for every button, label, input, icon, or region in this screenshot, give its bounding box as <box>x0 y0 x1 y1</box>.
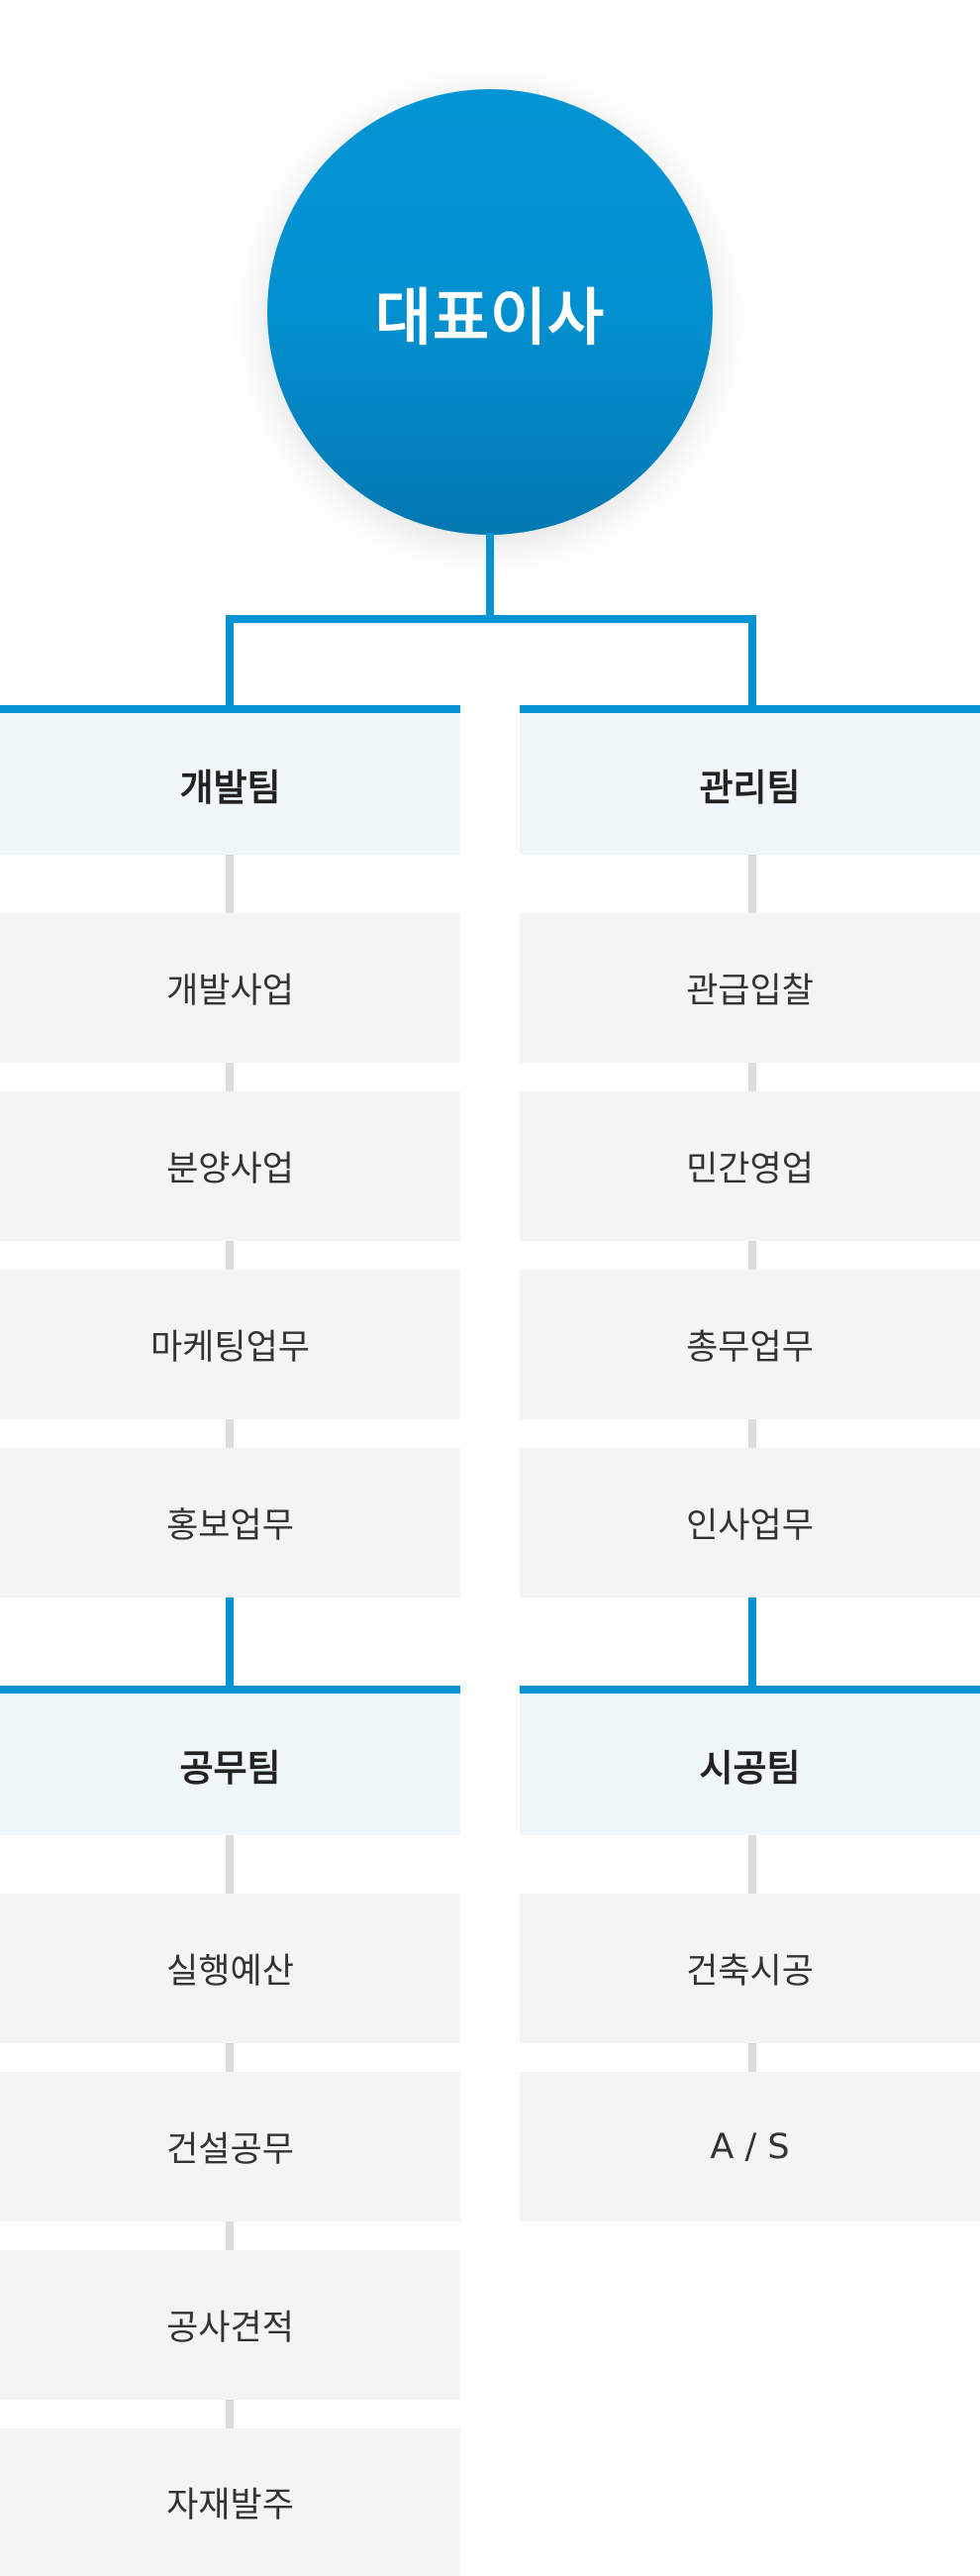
task-development-2: 분양사업 <box>0 1091 460 1241</box>
ceo-branch-connector <box>226 615 756 623</box>
task-development-4: 홍보업무 <box>0 1448 460 1597</box>
ceo-node: 대표이사 <box>267 89 713 535</box>
left-branch-drop <box>226 615 234 708</box>
right-branch-drop <box>748 615 756 708</box>
task-management-3: 총무업무 <box>520 1270 980 1419</box>
task-development-1: 개발사업 <box>0 913 460 1063</box>
ceo-stem-connector <box>486 533 494 621</box>
team-development: 개발팀 <box>0 705 460 855</box>
mgmt-to-const-connector <box>748 1597 756 1691</box>
team-management: 관리팀 <box>520 705 980 855</box>
task-engineering-3: 공사견적 <box>0 2250 460 2400</box>
task-engineering-2: 건설공무 <box>0 2072 460 2221</box>
team-engineering: 공무팀 <box>0 1686 460 1835</box>
team-construction: 시공팀 <box>520 1686 980 1835</box>
task-management-4: 인사업무 <box>520 1448 980 1597</box>
task-management-1: 관급입찰 <box>520 913 980 1063</box>
dev-to-eng-connector <box>226 1597 234 1691</box>
task-development-3: 마케팅업무 <box>0 1270 460 1419</box>
task-engineering-1: 실행예산 <box>0 1894 460 2043</box>
task-engineering-4: 자재발주 <box>0 2428 460 2576</box>
task-construction-1: 건축시공 <box>520 1894 980 2043</box>
task-management-2: 민간영업 <box>520 1091 980 1241</box>
task-construction-2: A / S <box>520 2072 980 2221</box>
